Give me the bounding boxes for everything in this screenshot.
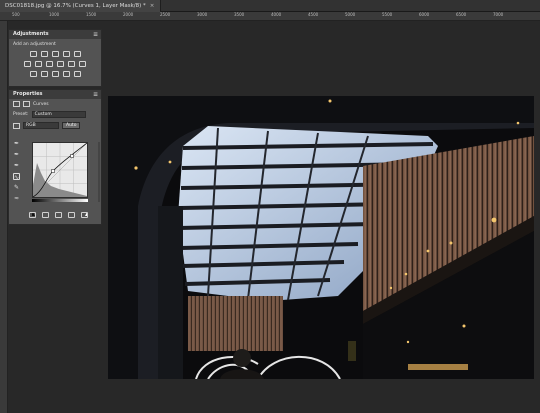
on-image-adjust-icon[interactable] xyxy=(13,122,20,129)
ruler-tick-label: 4500 xyxy=(308,12,319,17)
adjustment-icons-row-2 xyxy=(9,59,101,69)
properties-title: Properties xyxy=(13,91,43,97)
mask-icon[interactable] xyxy=(23,101,30,107)
curves-icon[interactable] xyxy=(51,51,59,57)
trash-icon[interactable] xyxy=(81,212,88,218)
curves-graph[interactable] xyxy=(32,142,88,198)
layer-type-row: Curves xyxy=(9,99,101,109)
draw-curve-pencil-icon[interactable]: ✎ xyxy=(13,184,20,191)
posterize-icon[interactable] xyxy=(40,71,48,77)
photoshop-window: DSC01818.jpg @ 16.7% (Curves 1, Layer Ma… xyxy=(0,0,540,413)
adjustments-header[interactable]: Adjustments ≡ xyxy=(9,30,101,39)
auto-button[interactable]: Auto xyxy=(62,122,81,129)
gray-point-eyedropper-icon[interactable]: ✒ xyxy=(13,151,20,158)
vibrance-icon[interactable] xyxy=(73,51,81,57)
preset-select[interactable]: Custom xyxy=(31,111,86,118)
document-tab[interactable]: DSC01818.jpg @ 16.7% (Curves 1, Layer Ma… xyxy=(0,0,162,12)
photo-canvas[interactable] xyxy=(108,96,534,379)
properties-header[interactable]: Properties ≡ xyxy=(9,90,101,99)
reset-icon[interactable] xyxy=(55,212,62,218)
ruler-tick-label: 3500 xyxy=(234,12,245,17)
selective-color-icon[interactable] xyxy=(73,71,81,77)
input-sliders[interactable] xyxy=(31,202,89,216)
panel-menu-icon[interactable]: ≡ xyxy=(93,90,98,99)
ruler-tick-label: 3000 xyxy=(197,12,208,17)
curves-graph-svg xyxy=(32,142,88,198)
ruler-tick-label: 2000 xyxy=(123,12,134,17)
ruler-tick-label: 2500 xyxy=(160,12,171,17)
channel-row: RGB Auto xyxy=(9,120,101,131)
hue-saturation-icon[interactable] xyxy=(24,61,31,67)
channel-mixer-icon[interactable] xyxy=(68,61,75,67)
adjustments-subtitle: Add an adjustment xyxy=(13,42,56,47)
document-tab-title: DSC01818.jpg @ 16.7% (Curves 1, Layer Ma… xyxy=(5,3,146,9)
properties-panel: Properties ≡ Curves Preset: Custom RGB A… xyxy=(8,89,102,225)
atrium-photo xyxy=(108,96,534,379)
close-icon[interactable]: × xyxy=(150,3,155,9)
ruler-tick-label: 1500 xyxy=(86,12,97,17)
channel-select[interactable]: RGB xyxy=(23,122,59,129)
ruler-tick-label: 5000 xyxy=(345,12,356,17)
exposure-icon[interactable] xyxy=(62,51,70,57)
adjustments-panel: Adjustments ≡ Add an adjustment xyxy=(8,29,102,87)
view-previous-icon[interactable] xyxy=(42,212,49,218)
layer-type-label: Curves xyxy=(33,101,49,107)
document-tab-bar: DSC01818.jpg @ 16.7% (Curves 1, Layer Ma… xyxy=(0,0,540,12)
invert-icon[interactable] xyxy=(29,71,37,77)
ruler-tick-label: 6000 xyxy=(419,12,430,17)
preset-label: Preset: xyxy=(13,112,29,117)
color-lookup-icon[interactable] xyxy=(79,61,86,67)
ruler-tick-label: 7000 xyxy=(493,12,504,17)
vertical-ruler xyxy=(0,21,8,413)
smooth-curve-icon[interactable]: ≈ xyxy=(13,195,20,202)
panel-menu-icon[interactable]: ≡ xyxy=(93,30,98,39)
horizontal-ruler: 500 1000 1500 2000 2500 3000 3500 4000 4500 5000 5… xyxy=(0,12,540,21)
adjustment-icons-row-3 xyxy=(9,69,101,79)
ruler-tick-label: 6500 xyxy=(456,12,467,17)
preset-row: Preset: Custom xyxy=(9,109,101,120)
ruler-tick-label: 1000 xyxy=(49,12,60,17)
photo-filter-icon[interactable] xyxy=(57,61,64,67)
ruler-tick-label: 5500 xyxy=(382,12,393,17)
clip-to-layer-icon[interactable] xyxy=(29,212,36,218)
ruler-tick-label: 500 xyxy=(12,12,20,17)
black-point-eyedropper-icon[interactable]: ✒ xyxy=(13,140,20,147)
curve-tools: ✒ ✒ ✒ ∿ ✎ ≈ xyxy=(13,140,21,202)
ruler-tick-label: 4000 xyxy=(271,12,282,17)
properties-footer xyxy=(29,212,88,218)
gradient-map-icon[interactable] xyxy=(62,71,70,77)
adjustment-icons-row-1 xyxy=(9,49,101,59)
white-point-eyedropper-icon[interactable]: ✒ xyxy=(13,162,20,169)
threshold-icon[interactable] xyxy=(51,71,59,77)
levels-icon[interactable] xyxy=(40,51,48,57)
black-white-icon[interactable] xyxy=(46,61,53,67)
edit-points-icon[interactable]: ∿ xyxy=(13,173,20,181)
properties-scrollbar[interactable] xyxy=(98,142,100,202)
brightness-contrast-icon[interactable] xyxy=(29,51,37,57)
color-balance-icon[interactable] xyxy=(35,61,42,67)
visibility-eye-icon[interactable] xyxy=(68,212,75,218)
curves-layer-icon[interactable] xyxy=(13,101,20,107)
adjustments-title: Adjustments xyxy=(13,31,49,37)
